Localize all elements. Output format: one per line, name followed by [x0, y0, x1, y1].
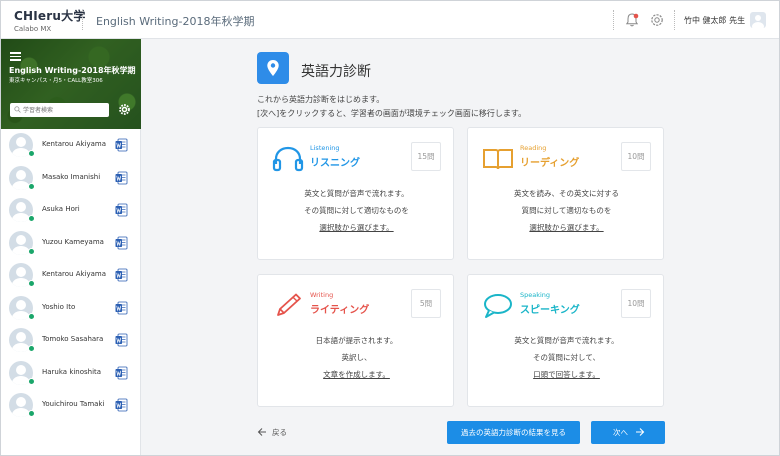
bell-icon[interactable] — [624, 12, 640, 28]
back-arrow-icon[interactable] — [257, 427, 267, 437]
brand[interactable]: CHIeru大学 Calabo MX — [14, 7, 86, 33]
online-status-dot — [28, 377, 35, 385]
student-row[interactable]: Masako Imanishi — [1, 162, 141, 195]
student-search-input[interactable] — [23, 104, 107, 116]
online-status-dot — [28, 410, 35, 417]
gear-icon[interactable] — [649, 12, 665, 28]
header-divider — [674, 10, 675, 30]
hamburger-menu-icon[interactable] — [10, 52, 21, 61]
book-icon — [483, 149, 513, 170]
back-link[interactable]: 戻る — [272, 427, 287, 438]
word-file-icon[interactable] — [115, 333, 128, 347]
online-status-dot — [28, 150, 35, 157]
student-name: Haruka kinoshita — [42, 367, 102, 376]
intro-text: [次へ]をクリックすると、学習者の画面が環境チェック画面に移行します。 — [257, 109, 527, 118]
student-name: Masako Imanishi — [42, 172, 101, 181]
card-listening[interactable]: Listening リスニング 15問 英文と質問が音声で流れます。 その質問に… — [257, 127, 454, 260]
student-name: Kentarou Akiyama — [42, 140, 107, 148]
arrow-right-icon — [636, 428, 645, 436]
card-description: 日本語が提示されます。 英訳し、 文章を作成します。 — [315, 336, 398, 379]
diagnosis-title-icon — [257, 52, 289, 84]
brand-name: CHIeru大学 — [14, 9, 86, 23]
search-icon — [14, 106, 21, 113]
sidebar: English Writing-2018年秋学期 東京キャンパス・月5・CALL… — [1, 39, 141, 455]
word-file-icon[interactable] — [115, 203, 128, 217]
word-file-icon[interactable] — [115, 398, 128, 412]
course-banner: English Writing-2018年秋学期 東京キャンパス・月5・CALL… — [1, 39, 141, 129]
online-status-dot — [28, 312, 35, 320]
online-status-dot — [28, 247, 35, 255]
card-label-jp: リーディング — [520, 158, 580, 169]
student-row[interactable]: Kentarou Akiyama — [1, 259, 141, 292]
header-divider — [82, 10, 83, 30]
student-name: Asuka Hori — [42, 205, 80, 213]
page-title: 英語力診断 — [301, 64, 371, 80]
card-label-jp: スピーキング — [520, 305, 580, 316]
question-count: 10問 — [621, 142, 651, 171]
student-name: Yuzou Kameyama — [42, 237, 104, 246]
gear-icon[interactable] — [118, 103, 131, 116]
student-name: Tomoko Sasahara — [42, 335, 104, 343]
student-row[interactable]: Yoshio Ito — [1, 292, 141, 325]
header-divider — [613, 10, 614, 30]
card-description: 英文と質問が音声で流れます。 その質問に対して、 口頭で回答します。 — [514, 336, 619, 379]
speech-bubble-icon — [484, 294, 512, 318]
view-past-results-button[interactable]: 過去の英語力診断の結果を見る — [447, 421, 580, 444]
brand-subtitle: Calabo MX — [14, 25, 52, 33]
card-description: 英文を読み、その英文に対する 質問に対して適切なものを 選択肢から選びます。 — [514, 189, 619, 232]
word-file-icon[interactable] — [115, 171, 128, 185]
question-count: 10問 — [621, 289, 651, 318]
online-status-dot — [28, 215, 35, 222]
user-avatar-icon[interactable] — [750, 12, 766, 28]
student-search — [10, 103, 109, 117]
online-status-dot — [28, 345, 35, 352]
card-label-jp: ライティング — [310, 305, 370, 316]
card-writing[interactable]: Writing ライティング 5問 日本語が提示されます。 英訳し、 文章を作成… — [257, 274, 454, 407]
card-speaking[interactable]: Speaking スピーキング 10問 英文と質問が音声で流れます。 その質問に… — [467, 274, 664, 407]
student-row[interactable]: Youichirou Tamaki — [1, 389, 141, 422]
question-count: 15問 — [411, 142, 441, 171]
student-row[interactable]: Tomoko Sasahara — [1, 324, 141, 357]
next-button-label: 次へ — [613, 428, 628, 437]
next-button[interactable]: 次へ — [591, 421, 665, 444]
word-file-icon[interactable] — [115, 138, 128, 152]
word-file-icon[interactable] — [115, 301, 128, 315]
student-row[interactable]: Haruka kinoshita — [1, 357, 141, 390]
student-name: Yoshio Ito — [42, 302, 76, 311]
card-label-en: Writing — [310, 291, 334, 299]
card-description: 英文と質問が音声で流れます。 その質問に対して適切なものを 選択肢から選びます。 — [304, 189, 409, 232]
pencil-icon — [277, 293, 301, 316]
card-label-en: Reading — [520, 144, 547, 152]
card-label-en: Listening — [310, 144, 340, 152]
card-reading[interactable]: Reading リーディング 10問 英文を読み、その英文に対する 質問に対して… — [467, 127, 664, 260]
word-file-icon[interactable] — [115, 366, 128, 380]
student-row[interactable]: Yuzou Kameyama — [1, 227, 141, 260]
student-row[interactable]: Kentarou Akiyama — [1, 129, 141, 162]
word-file-icon[interactable] — [115, 268, 128, 282]
course-title: English Writing-2018年秋学期 — [96, 15, 255, 28]
headphones-icon — [272, 146, 304, 172]
card-label-jp: リスニング — [310, 158, 360, 169]
student-name: Youichirou Tamaki — [42, 400, 105, 408]
student-list: Kentarou Akiyama Masako Imanishi Asuka Hor… — [1, 129, 141, 422]
sidebar-course-title: English Writing-2018年秋学期 — [9, 66, 136, 75]
top-header: CHIeru大学 Calabo MX English Writing-2018年… — [1, 1, 779, 39]
student-name: Kentarou Akiyama — [42, 270, 107, 278]
online-status-dot — [28, 182, 35, 190]
student-row[interactable]: Asuka Hori — [1, 194, 141, 227]
sidebar-course-place: 東京キャンパス・月5・CALL教室306 — [9, 78, 103, 84]
online-status-dot — [28, 280, 35, 287]
app-window: CHIeru大学 Calabo MX English Writing-2018年… — [0, 0, 780, 456]
question-count: 5問 — [411, 289, 441, 318]
intro-text: これから英語力診断をはじめます。 — [257, 95, 385, 104]
word-file-icon[interactable] — [115, 236, 128, 250]
card-label-en: Speaking — [520, 291, 551, 299]
teacher-name[interactable]: 竹中 健太郎 先生 — [684, 15, 745, 26]
main-content: 英語力診断 これから英語力診断をはじめます。 [次へ]をクリックすると、学習者の… — [141, 39, 779, 455]
